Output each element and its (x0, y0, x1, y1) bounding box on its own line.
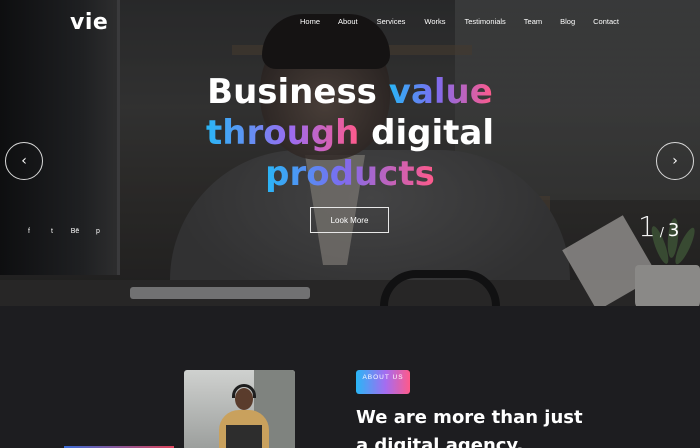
about-title-line: We are more than just (356, 407, 583, 428)
about-image (184, 370, 295, 448)
slider-next-button[interactable]: › (656, 142, 694, 180)
slide-separator: / (659, 225, 664, 239)
nav-item-team[interactable]: Team (524, 17, 542, 26)
headphones-icon (232, 384, 256, 398)
nav-item-testimonials[interactable]: Testimonials (465, 17, 506, 26)
hero-slider: vie Home About Services Works Testimonia… (0, 0, 700, 306)
behance-icon[interactable]: Bē (70, 228, 80, 235)
headline-word: Business (207, 72, 377, 112)
site-logo[interactable]: vie (70, 10, 108, 35)
look-more-button[interactable]: Look More (310, 207, 389, 233)
slide-counter: 1 / 3 (638, 210, 679, 243)
headline-word-highlight: value (388, 72, 493, 112)
pinterest-icon[interactable]: p (93, 228, 103, 235)
headline-word-highlight: through (205, 113, 360, 153)
chevron-right-icon: › (672, 153, 678, 169)
chevron-left-icon: ‹ (21, 153, 27, 169)
slider-prev-button[interactable]: ‹ (5, 142, 43, 180)
about-title-line: a digital agency. (356, 435, 524, 448)
nav-item-about[interactable]: About (338, 17, 358, 26)
about-us-badge: ABOUT US (356, 370, 410, 394)
nav-item-contact[interactable]: Contact (593, 17, 619, 26)
nav-item-home[interactable]: Home (300, 17, 320, 26)
social-links: f t Bē p (24, 228, 103, 235)
about-title: We are more than just a digital agency. (356, 404, 636, 448)
main-nav: Home About Services Works Testimonials T… (300, 17, 619, 26)
twitter-icon[interactable]: t (47, 228, 57, 235)
headline-word: digital (371, 113, 495, 153)
laptop-icon (226, 425, 262, 448)
slide-current: 1 (638, 210, 656, 243)
slide-total: 3 (667, 220, 680, 241)
headline-word-highlight: products (265, 154, 435, 194)
nav-item-services[interactable]: Services (377, 17, 406, 26)
hero-headline: Business value through digital products (0, 72, 700, 195)
about-section: ABOUT US We are more than just a digital… (0, 306, 700, 448)
facebook-icon[interactable]: f (24, 228, 34, 235)
nav-item-blog[interactable]: Blog (560, 17, 575, 26)
nav-item-works[interactable]: Works (424, 17, 445, 26)
page: vie Home About Services Works Testimonia… (0, 0, 700, 448)
